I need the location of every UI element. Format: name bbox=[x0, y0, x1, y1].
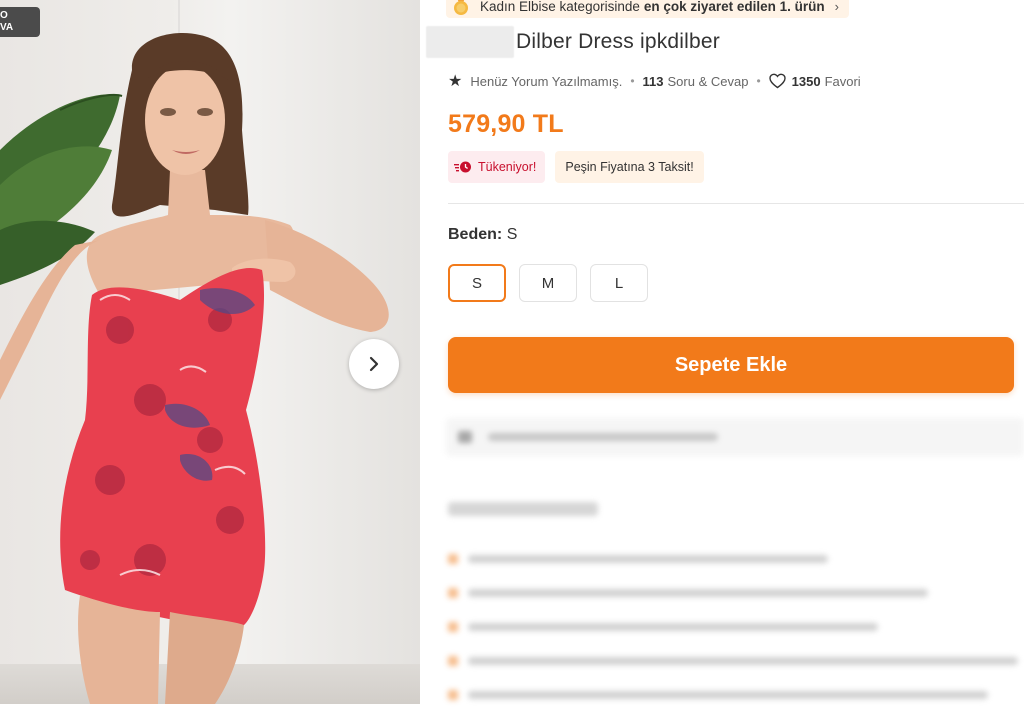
brand-name-redacted[interactable] bbox=[426, 26, 514, 58]
size-selected-value: S bbox=[506, 226, 518, 243]
product-price: 579,90 TL bbox=[448, 110, 564, 138]
qa-label: Soru & Cevap bbox=[667, 73, 749, 89]
qa-count: 113 bbox=[642, 73, 664, 89]
size-option-m[interactable]: M bbox=[519, 264, 577, 302]
size-option-l[interactable]: L bbox=[590, 264, 648, 302]
product-image-gallery[interactable]: O VA bbox=[0, 0, 420, 704]
medal-icon bbox=[454, 0, 468, 15]
next-image-button[interactable] bbox=[349, 339, 399, 389]
blurred-content bbox=[420, 410, 1024, 710]
separator-dot: • bbox=[756, 74, 761, 88]
video-badge-line-1: O bbox=[0, 10, 8, 21]
video-badge[interactable]: O VA bbox=[0, 7, 40, 37]
truck-icon bbox=[458, 431, 472, 443]
star-icon: ★ bbox=[448, 73, 463, 90]
bestseller-banner[interactable]: Kadın Elbise kategorisinde en çok ziyare… bbox=[446, 0, 850, 18]
size-option-s[interactable]: S bbox=[448, 264, 506, 302]
chevron-right-icon: › bbox=[834, 0, 840, 14]
size-label-title: Beden: bbox=[448, 226, 503, 243]
shipping-text-placeholder bbox=[488, 433, 718, 441]
size-options: S M L bbox=[448, 264, 661, 302]
divider bbox=[448, 203, 1024, 204]
favorite-count: 1350 bbox=[791, 73, 821, 89]
separator-dot: • bbox=[630, 74, 635, 88]
reviews-link[interactable]: Henüz Yorum Yazılmamış. bbox=[470, 74, 622, 89]
favorite-label: Favori bbox=[824, 73, 861, 89]
video-badge-line-2: VA bbox=[0, 22, 14, 33]
installment-tag: Peşin Fiyatına 3 Taksit! bbox=[555, 151, 704, 183]
product-meta-row: ★ Henüz Yorum Yazılmamış. • 113 Soru & Ce… bbox=[448, 71, 861, 91]
banner-prefix: Kadın Elbise kategorisinde bbox=[480, 0, 640, 14]
shipping-info-box bbox=[446, 418, 1024, 456]
product-tags: Tükeniyor! Peşin Fiyatına 3 Taksit! bbox=[448, 151, 714, 183]
clock-icon bbox=[454, 160, 472, 174]
product-title: Dilber Dress ipkdilber bbox=[516, 30, 720, 53]
banner-highlight: en çok ziyaret edilen 1. ürün bbox=[643, 0, 825, 14]
product-title-row: Dilber Dress ipkdilber bbox=[426, 26, 720, 58]
section-heading-placeholder bbox=[448, 502, 598, 516]
add-to-cart-button[interactable]: Sepete Ekle bbox=[448, 337, 1014, 393]
product-info-panel: Kadın Elbise kategorisinde en çok ziyare… bbox=[420, 0, 1024, 704]
size-label: Beden: S bbox=[448, 226, 517, 244]
stock-warning-tag: Tükeniyor! bbox=[448, 151, 546, 183]
heart-icon[interactable] bbox=[768, 73, 786, 89]
stock-warning-text: Tükeniyor! bbox=[478, 160, 537, 174]
chevron-right-icon bbox=[369, 356, 379, 372]
qa-link[interactable]: 113 Soru & Cevap bbox=[643, 74, 749, 89]
